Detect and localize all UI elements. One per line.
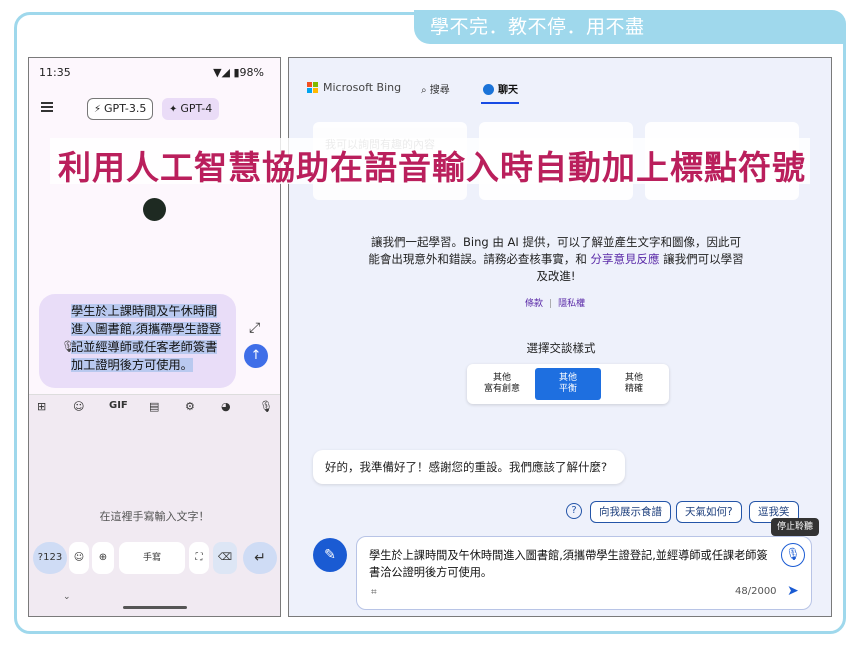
bot-reply-bubble: 好的，我準備好了！感謝您的重設。我們應該了解什麼? [313, 450, 625, 484]
new-topic-button[interactable]: ✎ [313, 538, 347, 572]
nav-chat-tab[interactable]: 聊天 [483, 81, 518, 96]
char-counter: 48/2000 [735, 586, 777, 597]
handwriting-keyboard[interactable]: 在這裡手寫輸入文字！ ?123 ☺ ⊕ 手寫 ⛶ ⌫ ↵ ⌄ [29, 420, 280, 616]
bolt-icon: ⚡ [94, 104, 102, 115]
help-icon[interactable]: ? [566, 503, 582, 519]
message-input-text: 學生於上課時間及午休時間進入圖書館,須攜帶學生證登記並經導師或任客老師簽書加工證… [71, 302, 227, 374]
keyboard-toolbar: ⊞ ☺ GIF ▤ ⚙ ◕ 🎙 [29, 394, 280, 420]
model-chip-label: GPT-4 [180, 102, 213, 115]
status-battery: ▼◢ ▮98% [213, 66, 264, 79]
suggestion-chip[interactable]: 向我展示食譜 [590, 501, 671, 523]
backspace-key[interactable]: ⌫ [213, 542, 237, 574]
intro-text: 讓我們一起學習。Bing 由 AI 提供，可以了解並產生文字和圖像，因此可能會出… [367, 234, 745, 285]
legal-links: 條款 | 隱私權 [525, 299, 586, 309]
style-precise-button[interactable]: 其他 精確 [601, 368, 667, 400]
nav-search-tab[interactable]: ⌕ 搜尋 [421, 81, 450, 96]
feedback-link[interactable]: 分享意見反應 [591, 252, 660, 266]
style-line2: 富有創意 [483, 384, 520, 394]
send-button[interactable]: ↑ [244, 344, 268, 368]
model-chip-gpt35[interactable]: ⚡ GPT-3.5 [87, 98, 154, 120]
chat-icon [483, 84, 494, 95]
chevron-down-icon[interactable]: ⌄ [63, 592, 71, 602]
palette-icon[interactable]: ◕ [221, 400, 231, 413]
style-creative-button[interactable]: 其他 富有創意 [469, 368, 535, 400]
voice-orb [143, 198, 166, 221]
chat-composer[interactable]: 學生於上課時間及午休時間進入圖書館,須攜帶學生證登記,並經導師或任課老師簽書洽公… [356, 536, 812, 610]
suggestion-chip[interactable]: 天氣如何? [676, 501, 742, 523]
nav-chat-label: 聊天 [498, 85, 518, 96]
terms-link[interactable]: 條款 [525, 299, 543, 309]
style-balanced-button[interactable]: 其他 平衡 [535, 368, 601, 400]
style-line1: 其他 [558, 373, 577, 383]
voice-input-icon[interactable]: 🎙 [259, 400, 273, 413]
style-line2: 平衡 [558, 384, 577, 394]
conversation-style-selector: 其他 富有創意 其他 平衡 其他 精確 [467, 364, 669, 404]
home-indicator [123, 606, 187, 609]
space-key[interactable]: 手寫 [119, 542, 185, 574]
privacy-link[interactable]: 隱私權 [558, 299, 585, 309]
globe-key[interactable]: ⊕ [92, 542, 114, 574]
enter-key[interactable]: ↵ [243, 542, 277, 574]
stop-listening-tooltip: 停止聆聽 [771, 518, 820, 536]
status-time: 11:35 [39, 66, 71, 79]
clipboard-icon[interactable]: ▤ [149, 400, 159, 413]
watermark: 學不完．教不停．用不盡 isvincent.pixnet.net [414, 10, 846, 72]
expand-icon[interactable]: ⤢ [249, 320, 260, 336]
menu-icon[interactable] [41, 102, 53, 112]
message-input[interactable]: 🎙 學生於上課時間及午休時間進入圖書館,須攜帶學生證登記並經導師或任客老師簽書加… [39, 294, 236, 388]
mic-icon[interactable]: 🎙 [781, 543, 805, 567]
microsoft-logo-icon [307, 82, 319, 94]
symbols-key[interactable]: ?123 [33, 542, 67, 574]
brand-name: Microsoft Bing [323, 81, 402, 94]
apps-icon[interactable]: ⊞ [37, 400, 46, 413]
handwriting-hint: 在這裡手寫輸入文字！ [99, 510, 210, 523]
active-tab-indicator [481, 102, 519, 104]
title-banner: 利用人工智慧協助在語音輸入時自動加上標點符號 [50, 138, 810, 187]
banner-title: 利用人工智慧協助在語音輸入時自動加上標點符號 [58, 148, 806, 187]
sticker-icon[interactable]: ☺ [73, 400, 84, 413]
style-line2: 精確 [624, 384, 643, 394]
search-icon: ⌕ [421, 85, 430, 96]
gear-icon[interactable]: ⚙ [185, 400, 195, 413]
model-chip-gpt4[interactable]: ✦ GPT-4 [162, 98, 220, 120]
composer-text: 學生於上課時間及午休時間進入圖書館,須攜帶學生證登記,並經導師或任課老師簽書洽公… [369, 549, 768, 579]
send-arrow-icon[interactable]: ➤ [787, 583, 799, 599]
conversation-style-title: 選擇交談樣式 [526, 341, 596, 355]
visual-search-icon[interactable]: ⌗ [371, 587, 377, 598]
emoji-key[interactable]: ☺ [69, 542, 89, 574]
model-chip-label: GPT-3.5 [104, 102, 147, 115]
sparkle-icon: ✦ [169, 104, 178, 115]
nav-search-label: 搜尋 [429, 85, 450, 96]
gif-button[interactable]: GIF [109, 400, 128, 411]
style-line1: 其他 [492, 373, 511, 383]
fullscreen-key[interactable]: ⛶ [189, 542, 209, 574]
style-line1: 其他 [624, 373, 643, 383]
selected-text: 學生於上課時間及午休時間進入圖書館,須攜帶學生證登記並經導師或任客老師簽書加工證… [71, 304, 222, 372]
